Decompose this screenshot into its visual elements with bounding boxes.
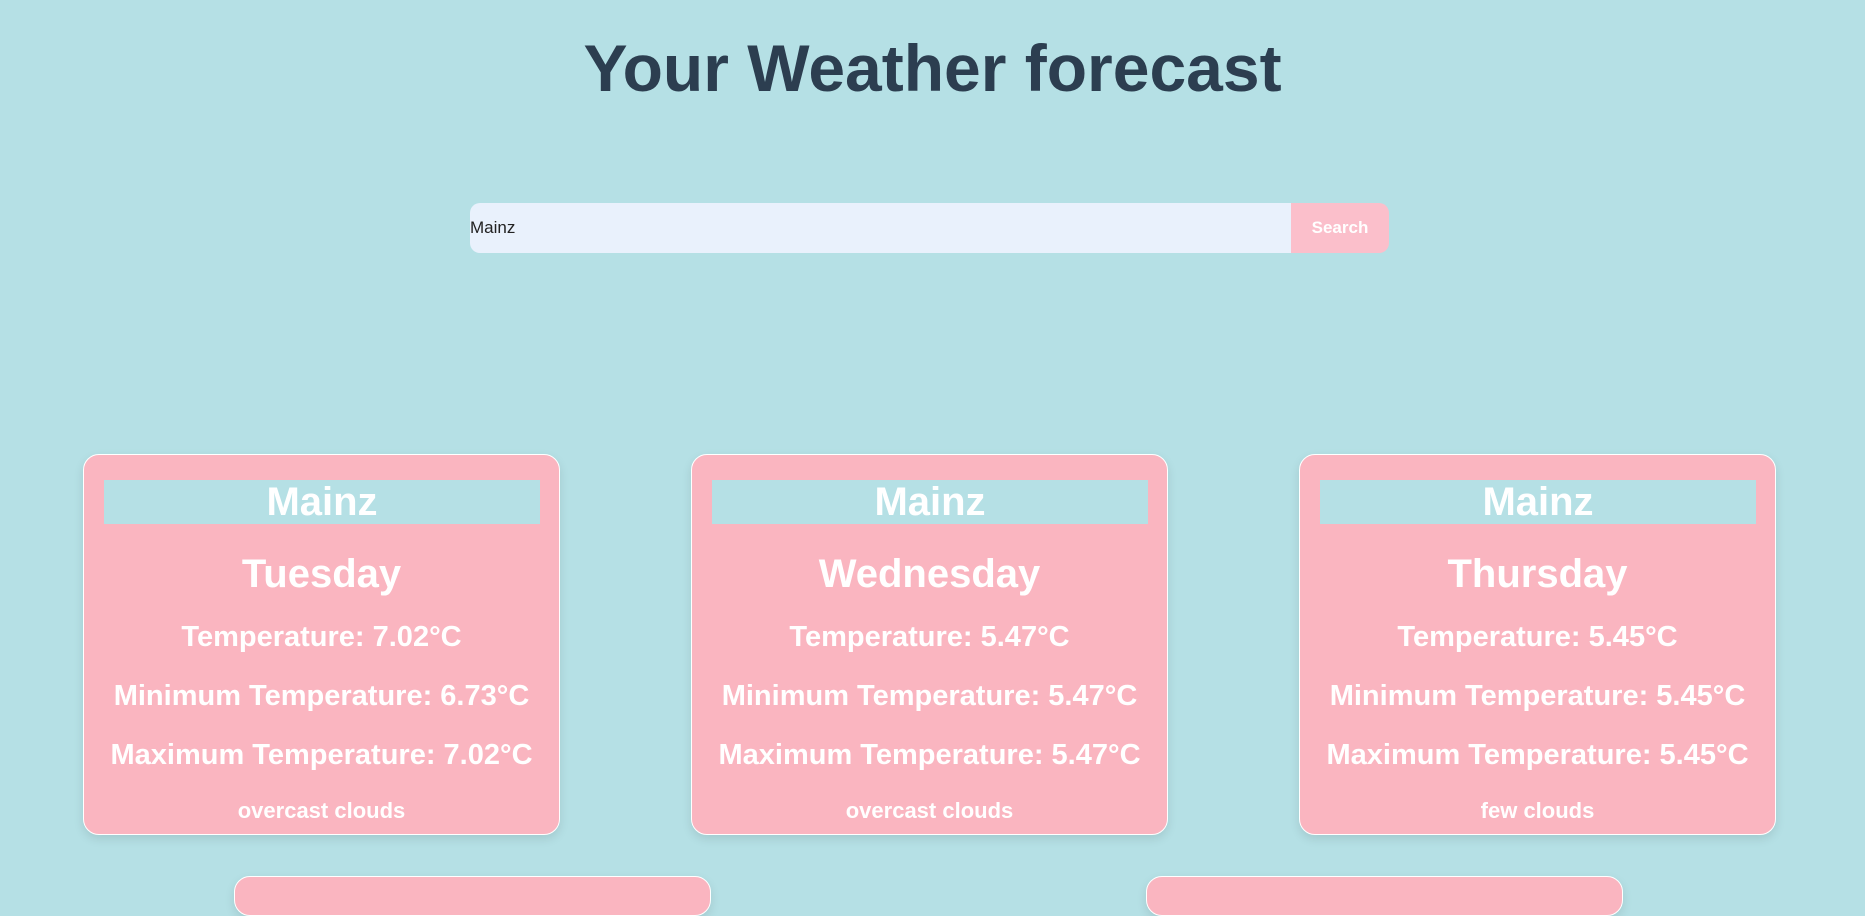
forecast-city: Mainz [104, 480, 540, 524]
forecast-card: Mainz Thursday Temperature: 5.45°C Minim… [1299, 454, 1776, 835]
forecast-day: Tuesday [241, 552, 402, 596]
forecast-card: Mainz Tuesday Temperature: 7.02°C Minimu… [83, 454, 560, 835]
city-search-input[interactable] [470, 203, 1291, 253]
forecast-card-partial [1146, 876, 1623, 916]
forecast-day: Thursday [1447, 552, 1628, 596]
forecast-card: Mainz Wednesday Temperature: 5.47°C Mini… [691, 454, 1168, 835]
forecast-min-temperature: Minimum Temperature: 6.73°C [113, 680, 530, 712]
forecast-min-temperature: Minimum Temperature: 5.47°C [721, 680, 1138, 712]
page-title: Your Weather forecast [583, 31, 1282, 105]
forecast-max-temperature: Maximum Temperature: 5.47°C [718, 739, 1141, 771]
forecast-max-temperature: Maximum Temperature: 7.02°C [110, 739, 533, 771]
search-button[interactable]: Search [1291, 203, 1389, 253]
forecast-description: overcast clouds [237, 798, 406, 823]
forecast-temperature: Temperature: 7.02°C [181, 621, 462, 653]
forecast-description: overcast clouds [845, 798, 1014, 823]
forecast-day: Wednesday [818, 552, 1041, 596]
forecast-max-temperature: Maximum Temperature: 5.45°C [1326, 739, 1749, 771]
forecast-city: Mainz [1320, 480, 1756, 524]
forecast-min-temperature: Minimum Temperature: 5.45°C [1329, 680, 1746, 712]
forecast-city: Mainz [712, 480, 1148, 524]
forecast-description: few clouds [1480, 798, 1595, 823]
forecast-card-partial [234, 876, 711, 916]
search-bar: Search [470, 203, 1389, 253]
forecast-temperature: Temperature: 5.47°C [789, 621, 1070, 653]
forecast-temperature: Temperature: 5.45°C [1397, 621, 1678, 653]
